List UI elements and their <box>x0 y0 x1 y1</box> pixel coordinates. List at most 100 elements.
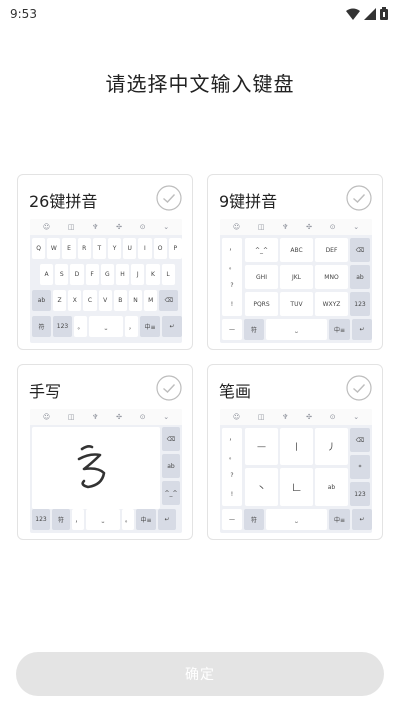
status-bar: 9:53 <box>0 0 400 28</box>
key: JKL <box>280 265 313 289</box>
keyboard-toolbar: ☺ ◫ ♆ ✣ ⊙ ⌄ <box>30 409 182 425</box>
key-symbols: 符 <box>52 509 70 530</box>
key: W <box>47 238 61 259</box>
status-time: 9:53 <box>10 7 37 21</box>
key: ? <box>222 276 242 295</box>
settings-icon: ⊙ <box>139 412 146 421</box>
emoji-icon: ☺ <box>232 222 241 231</box>
enter-icon: ↵ <box>162 316 182 337</box>
key: L <box>161 264 175 285</box>
chevron-down-icon: ⌄ <box>353 222 360 231</box>
backspace-icon: ⌫ <box>159 290 179 311</box>
clipboard-icon: ◫ <box>257 412 265 421</box>
keyboard-option-stroke[interactable]: 笔画 ☺ ◫ ♆ ✣ ⊙ ⌄ ， 。 ? ! — 丨 丿 丶 𠃊 ab ⌫ * … <box>207 364 383 540</box>
check-circle-icon[interactable] <box>346 185 372 211</box>
key: B <box>113 290 127 311</box>
key: ! <box>222 295 242 314</box>
key-numbers: 123 <box>32 509 50 530</box>
key: 。 <box>222 447 242 466</box>
microphone-icon: ♆ <box>92 412 99 421</box>
settings-icon: ⊙ <box>329 412 336 421</box>
chevron-down-icon: ⌄ <box>163 222 170 231</box>
key-numbers: 123 <box>53 316 72 337</box>
backspace-icon: ⌫ <box>350 428 370 452</box>
keyboard-option-t9[interactable]: 9键拼音 ☺ ◫ ♆ ✣ ⊙ ⌄ ， 。 ? ! ^_^ ABC DEF GHI… <box>207 174 383 350</box>
key: ABC <box>280 238 313 262</box>
key: N <box>128 290 143 311</box>
key: F <box>85 264 99 285</box>
key: 丶 <box>245 468 278 506</box>
key: P <box>168 238 182 259</box>
key: C <box>83 290 97 311</box>
key: Y <box>107 238 122 259</box>
key-symbols: 符 <box>244 509 264 530</box>
confirm-button[interactable]: 确定 <box>16 652 384 696</box>
card-title: 手写 <box>29 382 62 401</box>
key: MNO <box>315 265 348 289</box>
key: PQRS <box>245 292 278 316</box>
chevron-down-icon: ⌄ <box>163 412 170 421</box>
key-wildcard: * <box>350 455 370 479</box>
check-circle-icon[interactable] <box>156 375 182 401</box>
key: WXYZ <box>315 292 348 316</box>
keyboard-preview-handwriting: ☺ ◫ ♆ ✣ ⊙ ⌄ ⌫ ab ^_^ 123 符 ， ⎵ 。 中≡ ↵ <box>30 409 182 533</box>
key: ， <box>222 238 242 257</box>
key: V <box>98 290 112 311</box>
keyboard-toolbar: ☺ ◫ ♆ ✣ ⊙ ⌄ <box>30 219 182 235</box>
keyboard-preview-stroke: ☺ ◫ ♆ ✣ ⊙ ⌄ ， 。 ? ! — 丨 丿 丶 𠃊 ab ⌫ * 123 <box>220 409 372 533</box>
card-title: 26键拼音 <box>29 192 98 211</box>
key: ^_^ <box>245 238 278 262</box>
space-key-icon: ⎵ <box>89 316 123 337</box>
card-title: 笔画 <box>219 382 252 401</box>
keyboard-preview-qwerty: ☺ ◫ ♆ ✣ ⊙ ⌄ Q W E R T Y U I O P A S D F … <box>30 219 182 343</box>
card-title: 9键拼音 <box>219 192 278 211</box>
microphone-icon: ♆ <box>92 222 99 231</box>
key-abc: ab <box>315 468 348 506</box>
key-symbols: 符 <box>244 319 264 340</box>
space-key-icon: ⎵ <box>266 319 327 340</box>
check-circle-icon[interactable] <box>156 185 182 211</box>
keyboard-option-handwriting[interactable]: 手写 ☺ ◫ ♆ ✣ ⊙ ⌄ ⌫ ab ^_^ 123 符 ， ⎵ 。 中≡ ↵ <box>17 364 193 540</box>
key: 丿 <box>315 428 348 465</box>
keyboard-toolbar: ☺ ◫ ♆ ✣ ⊙ ⌄ <box>220 409 372 425</box>
key-numbers: 123 <box>350 292 370 316</box>
settings-icon: ⊙ <box>329 222 336 231</box>
check-circle-icon[interactable] <box>346 375 372 401</box>
key-emoticon: ^_^ <box>162 481 180 505</box>
language-switch-key: 中≡ <box>140 316 160 337</box>
key: — <box>222 319 242 340</box>
key: X <box>68 290 82 311</box>
key: ! <box>222 485 242 504</box>
key: Z <box>53 290 67 311</box>
keyboard-option-qwerty[interactable]: 26键拼音 ☺ ◫ ♆ ✣ ⊙ ⌄ Q W E R T Y U I O P A … <box>17 174 193 350</box>
enter-icon: ↵ <box>158 509 176 530</box>
key: M <box>144 290 158 311</box>
keyboard-toolbar: ☺ ◫ ♆ ✣ ⊙ ⌄ <box>220 219 372 235</box>
handwriting-pad <box>32 427 160 509</box>
microphone-icon: ♆ <box>282 222 289 231</box>
key-abc: ab <box>350 265 370 289</box>
key: U <box>123 238 137 259</box>
key: D <box>70 264 84 285</box>
key-abc: ab <box>32 290 51 311</box>
key-numbers: 123 <box>350 482 370 506</box>
language-switch-key: 中≡ <box>329 319 350 340</box>
emoji-icon: ☺ <box>42 412 51 421</box>
cursor-move-icon: ✣ <box>116 222 122 231</box>
key: G <box>100 264 114 285</box>
cursor-move-icon: ✣ <box>116 412 122 421</box>
clipboard-icon: ◫ <box>67 222 75 231</box>
key: A <box>40 264 54 285</box>
clipboard-icon: ◫ <box>67 412 75 421</box>
key: J <box>131 264 145 285</box>
key: E <box>62 238 76 259</box>
key-abc: ab <box>162 454 180 478</box>
status-icons <box>346 7 388 20</box>
space-key-icon: ⎵ <box>266 509 327 530</box>
key: GHI <box>245 265 278 289</box>
emoji-icon: ☺ <box>42 222 51 231</box>
space-key-icon: ⎵ <box>86 509 120 530</box>
settings-icon: ⊙ <box>139 222 146 231</box>
punctuation-column: ， 。 ? ! <box>222 238 242 316</box>
backspace-icon: ⌫ <box>162 427 180 451</box>
